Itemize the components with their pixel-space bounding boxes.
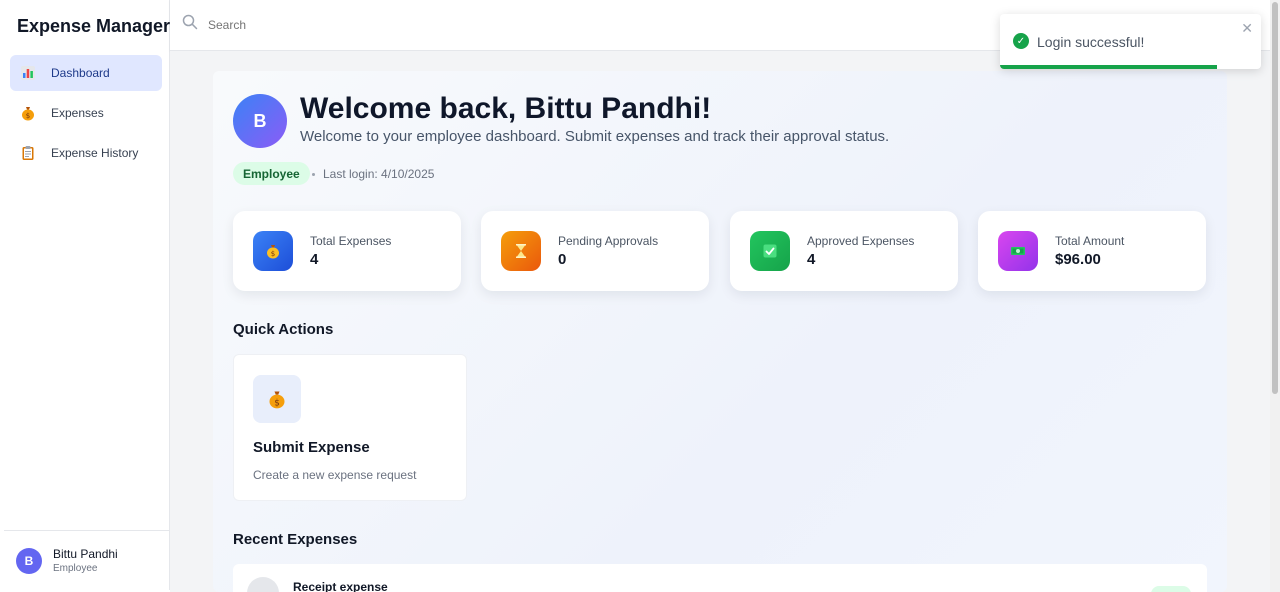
stat-value: 4 [807, 251, 816, 268]
submit-expense-card[interactable]: $ Submit Expense Create a new expense re… [233, 354, 467, 501]
role-badge: Employee [233, 162, 310, 185]
last-login: Last login: 4/10/2025 [312, 167, 434, 181]
avatar: B [16, 547, 42, 574]
check-circle-icon: ✓ [1013, 33, 1029, 49]
sidebar-item-label: Expenses [51, 106, 104, 120]
sidebar-item-label: Dashboard [51, 66, 110, 80]
stat-value: 4 [310, 251, 319, 268]
dashboard-panel [213, 71, 1227, 592]
toast-message: Login successful! [1037, 34, 1145, 50]
stat-card-approved-expenses: Approved Expenses 4 [730, 211, 958, 291]
cash-icon [998, 231, 1038, 271]
action-description: Create a new expense request [253, 468, 417, 482]
sidebar: Expense Manager Dashboard $ Expenses Exp… [4, 0, 170, 590]
stat-label: Approved Expenses [807, 234, 915, 248]
action-title: Submit Expense [253, 439, 370, 456]
search-bar [182, 14, 508, 35]
user-name: Bittu Pandhi [53, 547, 118, 561]
clipboard-icon [20, 145, 36, 161]
svg-text:$: $ [271, 250, 275, 258]
toast-progress-bar [1000, 65, 1217, 69]
close-icon[interactable]: ✕ [1241, 20, 1253, 37]
toast-notification: ✓ Login successful! ✕ [1000, 14, 1261, 69]
app: Expense Manager Dashboard $ Expenses Exp… [0, 0, 1280, 592]
svg-text:$: $ [26, 112, 30, 120]
quick-actions-title: Quick Actions [233, 321, 334, 338]
money-bag-icon: $ [20, 105, 36, 121]
brand-title: Expense Manager [17, 16, 171, 36]
list-item[interactable]: Receipt expense [233, 564, 1207, 592]
money-bag-icon: $ [253, 231, 293, 271]
stat-value: $96.00 [1055, 251, 1101, 268]
scrollbar-thumb[interactable] [1272, 2, 1278, 394]
hourglass-icon [501, 231, 541, 271]
stat-card-pending-approvals: Pending Approvals 0 [481, 211, 709, 291]
user-role: Employee [53, 563, 98, 574]
page-subtitle: Welcome to your employee dashboard. Subm… [300, 128, 890, 145]
stat-card-total-amount: Total Amount $96.00 [978, 211, 1206, 291]
sidebar-item-expenses[interactable]: $ Expenses [10, 95, 162, 131]
sidebar-item-label: Expense History [51, 146, 139, 160]
stat-value: 0 [558, 251, 567, 268]
bar-chart-icon [20, 65, 36, 81]
stat-card-total-expenses: $ Total Expenses 4 [233, 211, 461, 291]
money-bag-icon: $ [253, 375, 301, 423]
recent-expenses-title: Recent Expenses [233, 531, 358, 548]
separator-dot [312, 173, 315, 177]
stat-label: Total Expenses [310, 234, 392, 248]
expense-title: Receipt expense [293, 580, 388, 592]
page-title: Welcome back, Bittu Pandhi! [300, 92, 712, 125]
sidebar-item-dashboard[interactable]: Dashboard [10, 55, 162, 91]
profile-avatar: B [233, 94, 287, 148]
search-input[interactable] [208, 17, 508, 32]
status-badge [1151, 586, 1191, 592]
receipt-icon [247, 577, 279, 592]
scrollbar[interactable] [1270, 0, 1280, 592]
check-box-icon [750, 231, 790, 271]
sidebar-nav: Dashboard $ Expenses Expense History [10, 55, 162, 175]
last-login-text: Last login: 4/10/2025 [323, 167, 435, 181]
sidebar-item-expense-history[interactable]: Expense History [10, 135, 162, 171]
sidebar-user[interactable]: B Bittu Pandhi Employee [4, 530, 169, 590]
stat-label: Total Amount [1055, 234, 1125, 248]
svg-text:$: $ [274, 398, 280, 408]
search-icon [182, 14, 198, 35]
stat-label: Pending Approvals [558, 234, 659, 248]
